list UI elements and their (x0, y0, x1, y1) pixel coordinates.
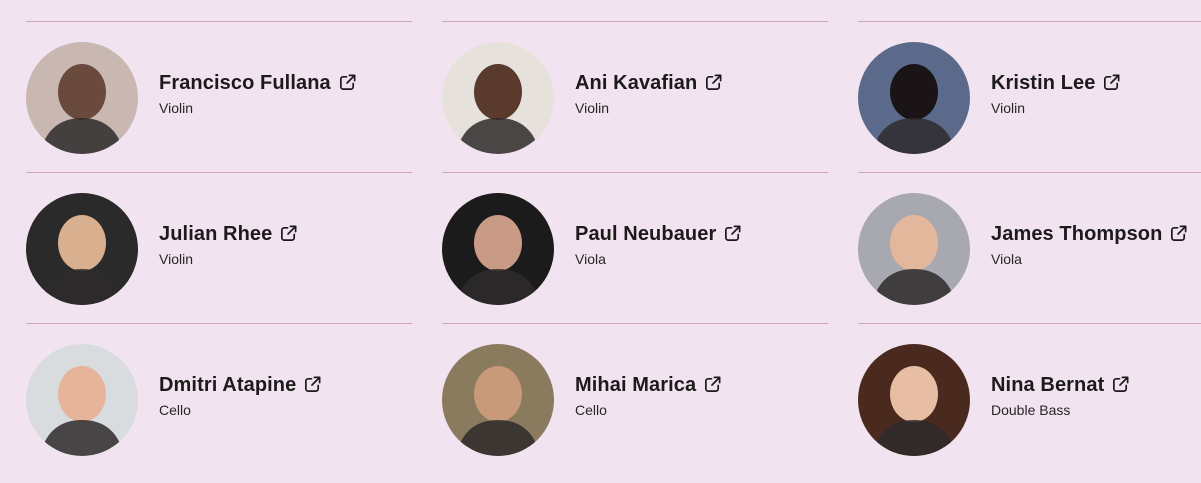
external-link-icon[interactable] (279, 224, 298, 243)
musician-info: Dmitri Atapine Cello (159, 372, 322, 418)
musician-photo[interactable] (26, 42, 138, 154)
external-link-icon[interactable] (1102, 73, 1121, 92)
musician-card[interactable]: Ani Kavafian Violin (442, 21, 828, 172)
musician-instrument: Cello (159, 402, 191, 418)
musician-info: Nina Bernat Double Bass (991, 372, 1130, 418)
musician-instrument: Violin (159, 251, 193, 267)
musician-name-row: James Thompson (991, 221, 1188, 247)
musician-grid: Francisco Fullana Violin Ani Kavafian Violi… (0, 0, 1201, 483)
musician-name[interactable]: Mihai Marica (575, 374, 696, 397)
musician-instrument: Viola (575, 251, 606, 267)
musician-photo[interactable] (26, 193, 138, 305)
musician-name[interactable]: Paul Neubauer (575, 223, 716, 246)
musician-name-row: Ani Kavafian (575, 70, 723, 96)
musician-name[interactable]: Dmitri Atapine (159, 374, 296, 397)
external-link-icon[interactable] (1111, 375, 1130, 394)
musician-card[interactable]: Francisco Fullana Violin (26, 21, 412, 172)
musician-info: Paul Neubauer Viola (575, 221, 742, 267)
external-link-icon[interactable] (704, 73, 723, 92)
musician-instrument: Violin (575, 100, 609, 116)
musician-info: James Thompson Viola (991, 221, 1188, 267)
musician-card[interactable]: James Thompson Viola (858, 172, 1201, 323)
musician-photo[interactable] (858, 344, 970, 456)
musician-photo[interactable] (858, 42, 970, 154)
musician-name-row: Mihai Marica (575, 372, 722, 398)
musician-card[interactable]: Paul Neubauer Viola (442, 172, 828, 323)
musician-name-row: Dmitri Atapine (159, 372, 322, 398)
external-link-icon[interactable] (703, 375, 722, 394)
musician-name-row: Francisco Fullana (159, 70, 357, 96)
musician-info: Kristin Lee Violin (991, 70, 1121, 116)
musician-name-row: Julian Rhee (159, 221, 298, 247)
external-link-icon[interactable] (723, 224, 742, 243)
musician-name[interactable]: Francisco Fullana (159, 72, 331, 95)
musician-photo[interactable] (26, 344, 138, 456)
musician-photo[interactable] (442, 193, 554, 305)
external-link-icon[interactable] (1169, 224, 1188, 243)
musician-info: Francisco Fullana Violin (159, 70, 357, 116)
musician-card[interactable]: Kristin Lee Violin (858, 21, 1201, 172)
musician-name-row: Paul Neubauer (575, 221, 742, 247)
musician-instrument: Double Bass (991, 402, 1071, 418)
musician-info: Ani Kavafian Violin (575, 70, 723, 116)
musician-info: Julian Rhee Violin (159, 221, 298, 267)
musician-card[interactable]: Mihai Marica Cello (442, 323, 828, 474)
musician-instrument: Violin (159, 100, 193, 116)
external-link-icon[interactable] (303, 375, 322, 394)
musician-name[interactable]: Nina Bernat (991, 374, 1104, 397)
musician-photo[interactable] (858, 193, 970, 305)
external-link-icon[interactable] (338, 73, 357, 92)
musician-info: Mihai Marica Cello (575, 372, 722, 418)
musician-name-row: Nina Bernat (991, 372, 1130, 398)
musician-card[interactable]: Nina Bernat Double Bass (858, 323, 1201, 474)
musician-photo[interactable] (442, 344, 554, 456)
musician-photo[interactable] (442, 42, 554, 154)
musician-instrument: Cello (575, 402, 607, 418)
musician-name[interactable]: Ani Kavafian (575, 72, 697, 95)
musician-card[interactable]: Julian Rhee Violin (26, 172, 412, 323)
musician-name[interactable]: Kristin Lee (991, 72, 1095, 95)
musician-name-row: Kristin Lee (991, 70, 1121, 96)
musician-instrument: Viola (991, 251, 1022, 267)
musician-name[interactable]: James Thompson (991, 223, 1162, 246)
musician-name[interactable]: Julian Rhee (159, 223, 272, 246)
musician-card[interactable]: Dmitri Atapine Cello (26, 323, 412, 474)
musician-instrument: Violin (991, 100, 1025, 116)
